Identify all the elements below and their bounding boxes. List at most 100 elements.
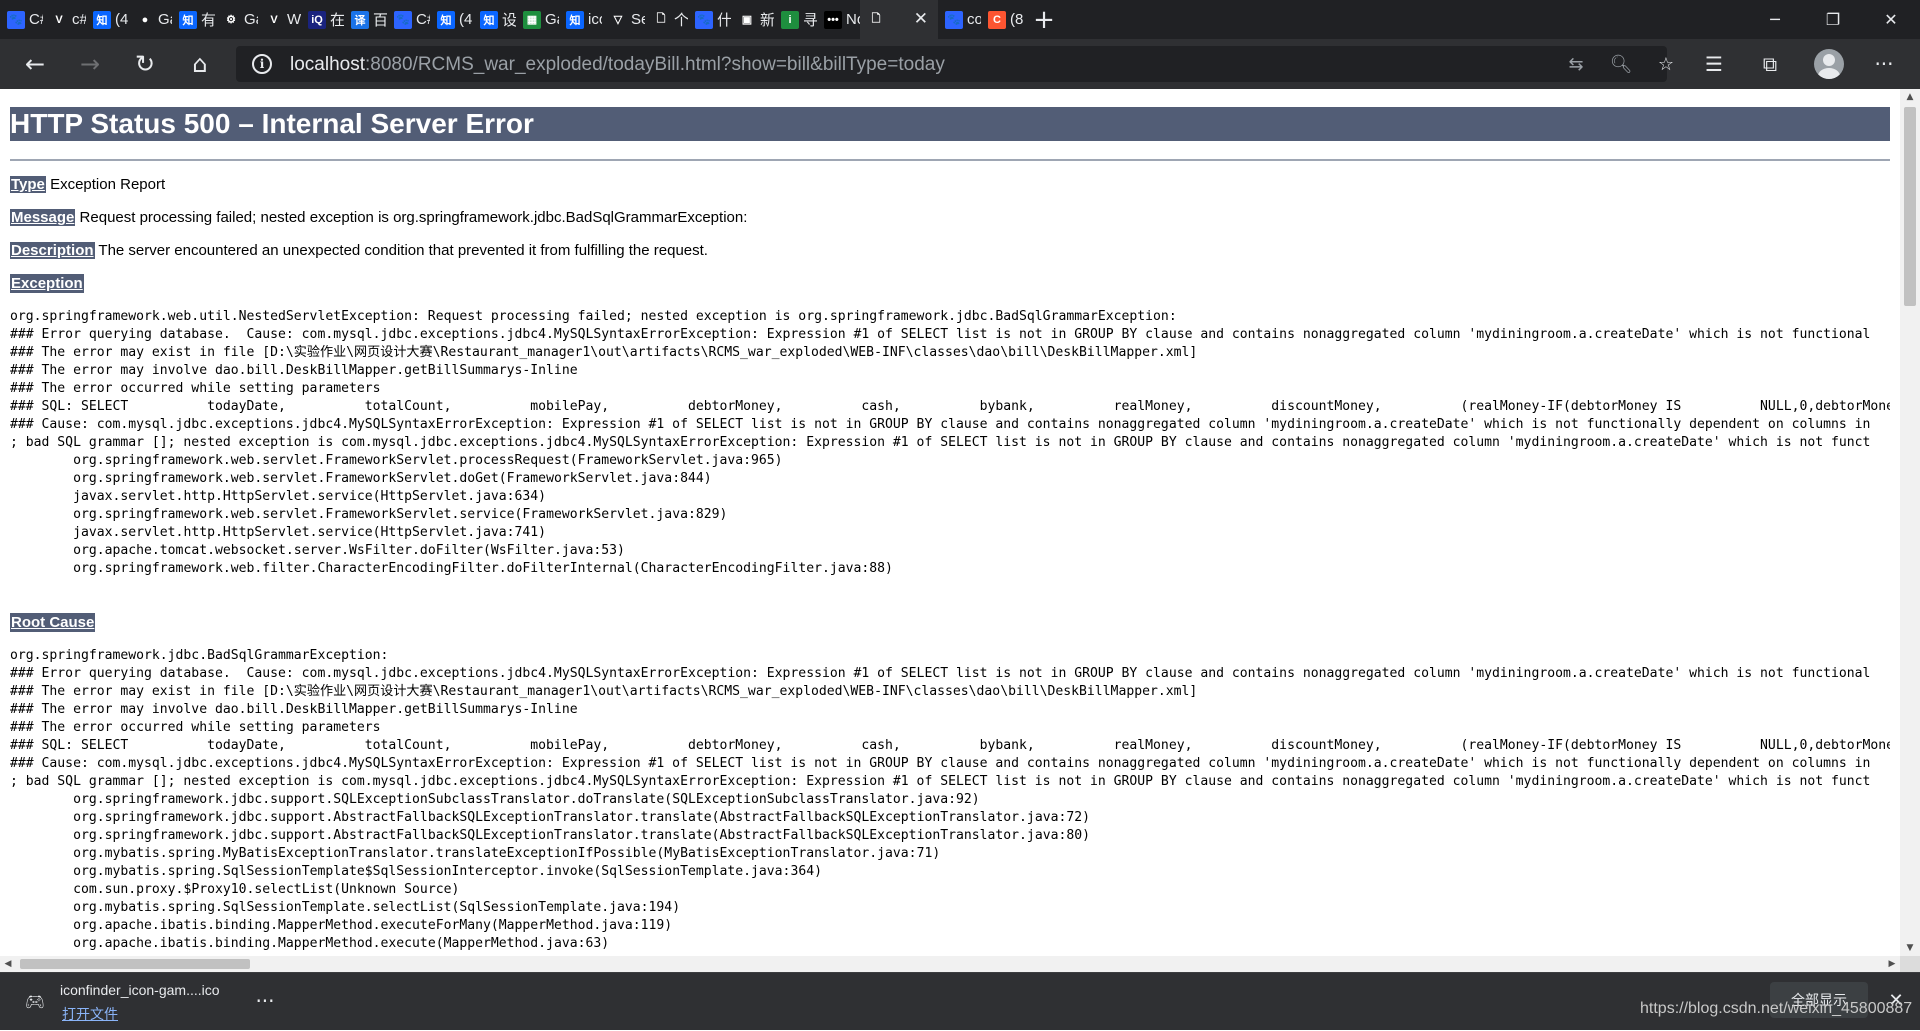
scroll-left-icon[interactable]: ◀ xyxy=(0,956,16,972)
horizontal-scrollbar[interactable]: ◀ ▶ xyxy=(0,956,1900,972)
tab-item[interactable]: 知设 xyxy=(473,0,516,39)
scroll-right-icon[interactable]: ▶ xyxy=(1884,956,1900,972)
tab-item[interactable]: 🐾 cor xyxy=(938,0,981,39)
type-label: Type xyxy=(10,176,46,193)
exception-trace: org.springframework.web.util.NestedServl… xyxy=(10,309,1890,576)
site-info-icon[interactable]: i xyxy=(252,54,272,74)
tab-item[interactable]: ••• Nou xyxy=(817,0,860,39)
zhihu-icon: 知 xyxy=(93,10,111,29)
tab-item[interactable]: 知 (4 xyxy=(86,0,129,39)
minimize-button[interactable]: ─ xyxy=(1746,0,1804,39)
reload-button[interactable]: ↻ xyxy=(127,47,163,81)
tab-item[interactable]: ▦ Gar xyxy=(516,0,559,39)
maximize-button[interactable]: ❐ xyxy=(1804,0,1862,39)
tab-item[interactable]: iQ 在 xyxy=(301,0,344,39)
tab-label: C# xyxy=(29,11,43,28)
tab-label: 设 xyxy=(502,12,516,29)
watermark-text: https://blog.csdn.net/weixin_45800887 xyxy=(1640,1000,1913,1017)
download-more-button[interactable]: ··· xyxy=(252,987,278,1015)
info-circle-icon: i xyxy=(781,10,799,29)
divider xyxy=(10,159,1890,161)
translate-icon[interactable]: ⇆ xyxy=(1564,53,1588,75)
root-cause-label: Root Cause xyxy=(10,613,96,632)
tab-item[interactable]: 知 (4 xyxy=(430,0,473,39)
dots-icon: ••• xyxy=(824,10,842,29)
message-row: Message Request processing failed; neste… xyxy=(10,208,747,227)
url-path: :8080/RCMS_war_exploded/todayBill.html?s… xyxy=(365,54,945,75)
zoom-icon[interactable]: 🔍︎ xyxy=(1609,53,1633,75)
new-tab-button[interactable]: + xyxy=(1024,0,1064,39)
tab-active[interactable]: 🗋 ✕ xyxy=(860,0,938,39)
translate-icon: 译 xyxy=(351,10,369,29)
scroll-down-icon[interactable]: ▼ xyxy=(1900,940,1920,956)
tab-item[interactable]: 知有 xyxy=(172,0,215,39)
github-icon: ● xyxy=(136,10,154,29)
forward-button[interactable]: → xyxy=(72,47,108,81)
home-icon: ⌂ xyxy=(192,50,208,78)
tab-item[interactable]: ⚙ Gar xyxy=(215,0,258,39)
tab-item[interactable]: 🗋 个 xyxy=(645,0,688,39)
tab-label: Gar xyxy=(545,11,559,28)
avatar[interactable] xyxy=(1814,49,1844,79)
home-button[interactable]: ⌂ xyxy=(182,47,218,81)
page-viewport: HTTP Status 500 – Internal Server Error … xyxy=(0,89,1900,956)
reload-icon: ↻ xyxy=(134,50,156,78)
tab-label: 百 xyxy=(373,12,387,29)
arrow-right-icon: → xyxy=(79,50,101,78)
star-icon[interactable]: ☆ xyxy=(1654,53,1678,75)
message-label: Message xyxy=(10,209,76,226)
tab-label: (4 xyxy=(459,11,473,28)
baidu-paw-icon: 🐾 xyxy=(394,10,412,29)
url-text[interactable]: localhost:8080/RCMS_war_exploded/todayBi… xyxy=(290,54,945,76)
tab-item[interactable]: i寻 xyxy=(774,0,817,39)
exception-label: Exception xyxy=(10,274,84,293)
tab-item[interactable]: C (8 xyxy=(981,0,1024,39)
tab-item[interactable]: 🐾 什 xyxy=(688,0,731,39)
favorites-icon[interactable]: ☰ xyxy=(1700,52,1728,76)
type-row: Type Exception Report xyxy=(10,175,165,194)
tab-item[interactable]: Vc# xyxy=(43,0,86,39)
collections-icon[interactable]: ⧉ xyxy=(1756,52,1784,76)
address-bar[interactable]: i localhost:8080/RCMS_war_exploded/today… xyxy=(236,46,1674,82)
tab-item[interactable]: 知 icor xyxy=(559,0,602,39)
scroll-up-icon[interactable]: ▲ xyxy=(1900,89,1920,105)
csdn-c-icon: C xyxy=(988,10,1006,29)
tab-label: Sea xyxy=(631,11,645,28)
download-item[interactable]: 🎮︎ iconfinder_icon-gam....ico 打开文件 ··· xyxy=(0,973,296,1031)
tab-strip: 🐾C#Vc#知(4●Gar知有⚙GarVWiriQ在译百🐾C#知(4知设▦Gar… xyxy=(0,0,1920,39)
scrollbar-corner xyxy=(1900,956,1920,972)
tab-label: c# xyxy=(72,11,86,28)
gamepad-icon: 🎮︎ xyxy=(24,991,46,1011)
zhihu-icon: 知 xyxy=(566,10,584,29)
tab-item[interactable]: ▽ Sea xyxy=(602,0,645,39)
description-row: Description The server encountered an un… xyxy=(10,241,708,260)
zhihu-icon: 知 xyxy=(480,10,498,29)
tab-item[interactable]: V Wir xyxy=(258,0,301,39)
tab-label: icor xyxy=(588,11,602,28)
tab-item[interactable]: 🐾C# xyxy=(387,0,430,39)
arrow-left-icon: ← xyxy=(24,50,46,78)
tab-label: Gar xyxy=(244,11,258,28)
back-button[interactable]: ← xyxy=(17,47,53,81)
tab-label: 有 xyxy=(201,12,215,29)
horizontal-scroll-thumb[interactable] xyxy=(20,959,250,969)
more-menu-icon[interactable]: ··· xyxy=(1870,52,1898,76)
vertical-scroll-thumb[interactable] xyxy=(1904,107,1916,306)
close-window-button[interactable]: ✕ xyxy=(1862,0,1920,39)
tab-item[interactable]: ● Gar xyxy=(129,0,172,39)
tab-item[interactable]: 译百 xyxy=(344,0,387,39)
page-icon: 🗋 xyxy=(867,10,885,29)
game-grid-icon: ▦ xyxy=(523,10,541,29)
csdn-v-icon: V xyxy=(50,10,68,29)
tab-item[interactable]: 🐾C# xyxy=(0,0,43,39)
toolbar: ← → ↻ ⌂ i localhost:8080/RCMS_war_explod… xyxy=(0,39,1920,89)
open-file-link[interactable]: 打开文件 xyxy=(62,1004,118,1024)
baidu-paw-icon: 🐾 xyxy=(695,10,713,29)
baidu-paw-icon: 🐾 xyxy=(7,10,25,29)
csdn-v-icon: V xyxy=(265,10,283,29)
vertical-scrollbar[interactable]: ▲ ▼ xyxy=(1900,89,1920,956)
close-tab-icon[interactable]: ✕ xyxy=(914,9,928,29)
tab-item[interactable]: ▣ 新 xyxy=(731,0,774,39)
download-file-name: iconfinder_icon-gam....ico xyxy=(60,982,220,998)
description-value: The server encountered an unexpected con… xyxy=(98,242,708,259)
